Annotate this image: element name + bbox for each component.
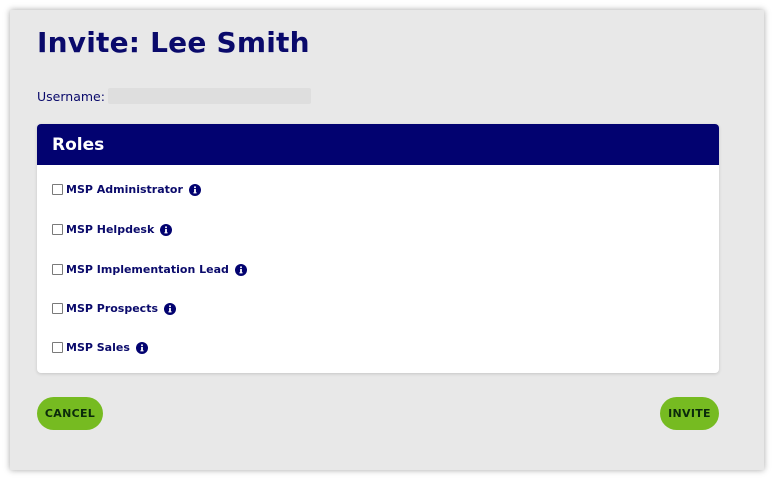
role-item-msp-implementation-lead: MSP Implementation Lead (52, 263, 247, 276)
role-item-msp-helpdesk: MSP Helpdesk (52, 223, 173, 236)
username-value-redacted (107, 88, 311, 104)
info-icon[interactable] (160, 223, 173, 236)
role-label: MSP Implementation Lead (66, 263, 229, 276)
username-row: Username: (37, 88, 311, 104)
info-icon[interactable] (234, 263, 247, 276)
username-label: Username: (37, 88, 105, 104)
role-item-msp-sales: MSP Sales (52, 341, 148, 354)
info-icon[interactable] (135, 341, 148, 354)
role-item-msp-administrator: MSP Administrator (52, 183, 201, 196)
role-item-msp-prospects: MSP Prospects (52, 302, 177, 315)
roles-card: Roles MSP Administrator MSP Helpdesk MSP… (37, 124, 719, 373)
role-checkbox[interactable] (52, 224, 63, 235)
role-label: MSP Sales (66, 341, 130, 354)
invite-dialog: Invite: Lee Smith Username: Roles MSP Ad… (10, 10, 764, 470)
role-checkbox[interactable] (52, 342, 63, 353)
role-label: MSP Helpdesk (66, 223, 155, 236)
cancel-button[interactable]: CANCEL (37, 397, 103, 430)
role-checkbox[interactable] (52, 303, 63, 314)
invite-button[interactable]: INVITE (660, 397, 719, 430)
role-label: MSP Administrator (66, 183, 183, 196)
roles-title: Roles (52, 134, 105, 155)
info-icon[interactable] (164, 302, 177, 315)
role-checkbox[interactable] (52, 184, 63, 195)
page-title: Invite: Lee Smith (37, 26, 310, 59)
role-label: MSP Prospects (66, 302, 159, 315)
role-checkbox[interactable] (52, 264, 63, 275)
info-icon[interactable] (188, 183, 201, 196)
roles-header: Roles (37, 124, 719, 165)
